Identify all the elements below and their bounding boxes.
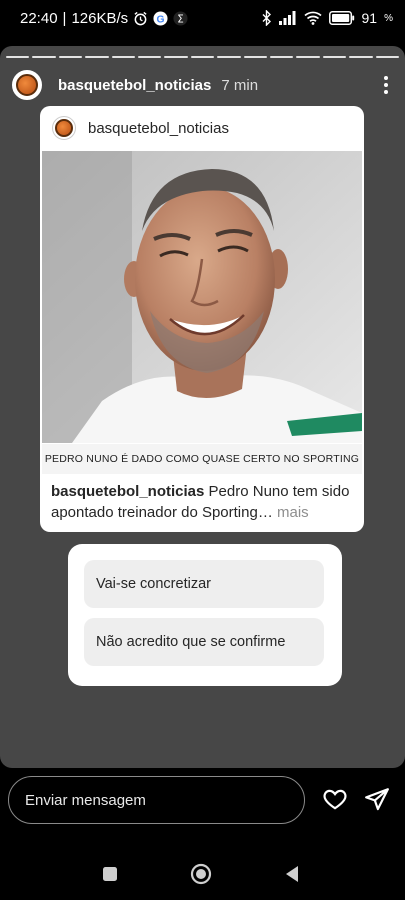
basketball-logo-icon xyxy=(16,74,38,96)
progress-segment xyxy=(85,56,109,58)
caption-ellipsis: … xyxy=(257,504,273,521)
percent-sign: % xyxy=(384,12,393,24)
story-time: 7 min xyxy=(221,76,259,94)
svg-text:Σ: Σ xyxy=(177,13,184,25)
progress-segment xyxy=(32,56,56,58)
progress-segment xyxy=(217,56,241,58)
more-options-icon[interactable] xyxy=(379,74,393,96)
progress-segment xyxy=(111,56,136,58)
recents-icon[interactable] xyxy=(102,866,118,882)
shared-post-card[interactable]: basquetebol_noticias PEDRO NUNO É DADO C… xyxy=(40,106,364,532)
status-time: 22:40 xyxy=(20,10,58,27)
progress-segment xyxy=(164,56,188,58)
story-header: basquetebol_noticias 7 min xyxy=(12,70,393,100)
back-icon[interactable] xyxy=(284,865,300,883)
signal-icon xyxy=(278,11,296,25)
poll-sticker: Vai-se concretizar Não acredito que se c… xyxy=(68,544,342,686)
battery-level: 91 xyxy=(361,10,378,26)
progress-segment xyxy=(322,56,347,58)
story-avatar[interactable] xyxy=(12,70,42,100)
status-right: 91% xyxy=(262,10,393,26)
poll-option-2[interactable]: Não acredito que se confirme xyxy=(84,618,324,666)
caption-username: basquetebol_noticias xyxy=(51,483,205,500)
progress-segment xyxy=(375,56,400,58)
progress-segment xyxy=(270,56,294,58)
status-left: 22:40 | 126KB/s G Σ xyxy=(20,10,188,27)
message-input[interactable]: Enviar mensagem xyxy=(8,776,305,824)
bluetooth-icon xyxy=(262,10,271,26)
coach-portrait-illustration xyxy=(42,151,362,443)
progress-segment xyxy=(243,56,268,58)
more-link[interactable]: mais xyxy=(273,504,309,521)
story-username[interactable]: basquetebol_noticias xyxy=(58,77,211,94)
basketball-logo-icon xyxy=(55,119,73,137)
status-separator: | xyxy=(62,10,67,27)
send-icon[interactable] xyxy=(364,786,390,812)
progress-segment xyxy=(138,56,162,58)
post-caption: basquetebol_noticias Pedro Nuno tem sido… xyxy=(51,481,356,523)
progress-segment xyxy=(58,56,83,58)
home-icon[interactable] xyxy=(190,863,212,885)
message-placeholder: Enviar mensagem xyxy=(25,791,146,809)
alarm-icon xyxy=(134,11,147,26)
post-avatar xyxy=(52,116,76,140)
poll-option-1[interactable]: Vai-se concretizar xyxy=(84,560,324,608)
status-bar: 22:40 | 126KB/s G Σ 91% xyxy=(0,0,405,38)
heart-icon[interactable] xyxy=(322,786,348,812)
post-header: basquetebol_noticias xyxy=(40,106,364,150)
progress-segment xyxy=(296,56,320,58)
progress-segment xyxy=(6,56,30,58)
progress-segment xyxy=(190,56,215,58)
app-sigma-icon: Σ xyxy=(173,11,188,26)
svg-text:G: G xyxy=(157,14,165,25)
battery-icon xyxy=(328,11,354,25)
system-navigation-bar xyxy=(0,850,405,900)
google-icon: G xyxy=(153,11,168,26)
story-progress xyxy=(6,56,400,58)
story-view[interactable]: basquetebol_noticias 7 min basquetebol_n… xyxy=(0,46,405,768)
image-caption: PEDRO NUNO É DADO COMO QUASE CERTO NO SP… xyxy=(42,444,362,474)
post-username: basquetebol_noticias xyxy=(88,119,229,137)
progress-segment xyxy=(349,56,373,58)
network-speed: 126KB/s xyxy=(71,10,129,27)
wifi-icon xyxy=(303,11,322,25)
post-photo xyxy=(42,151,362,443)
